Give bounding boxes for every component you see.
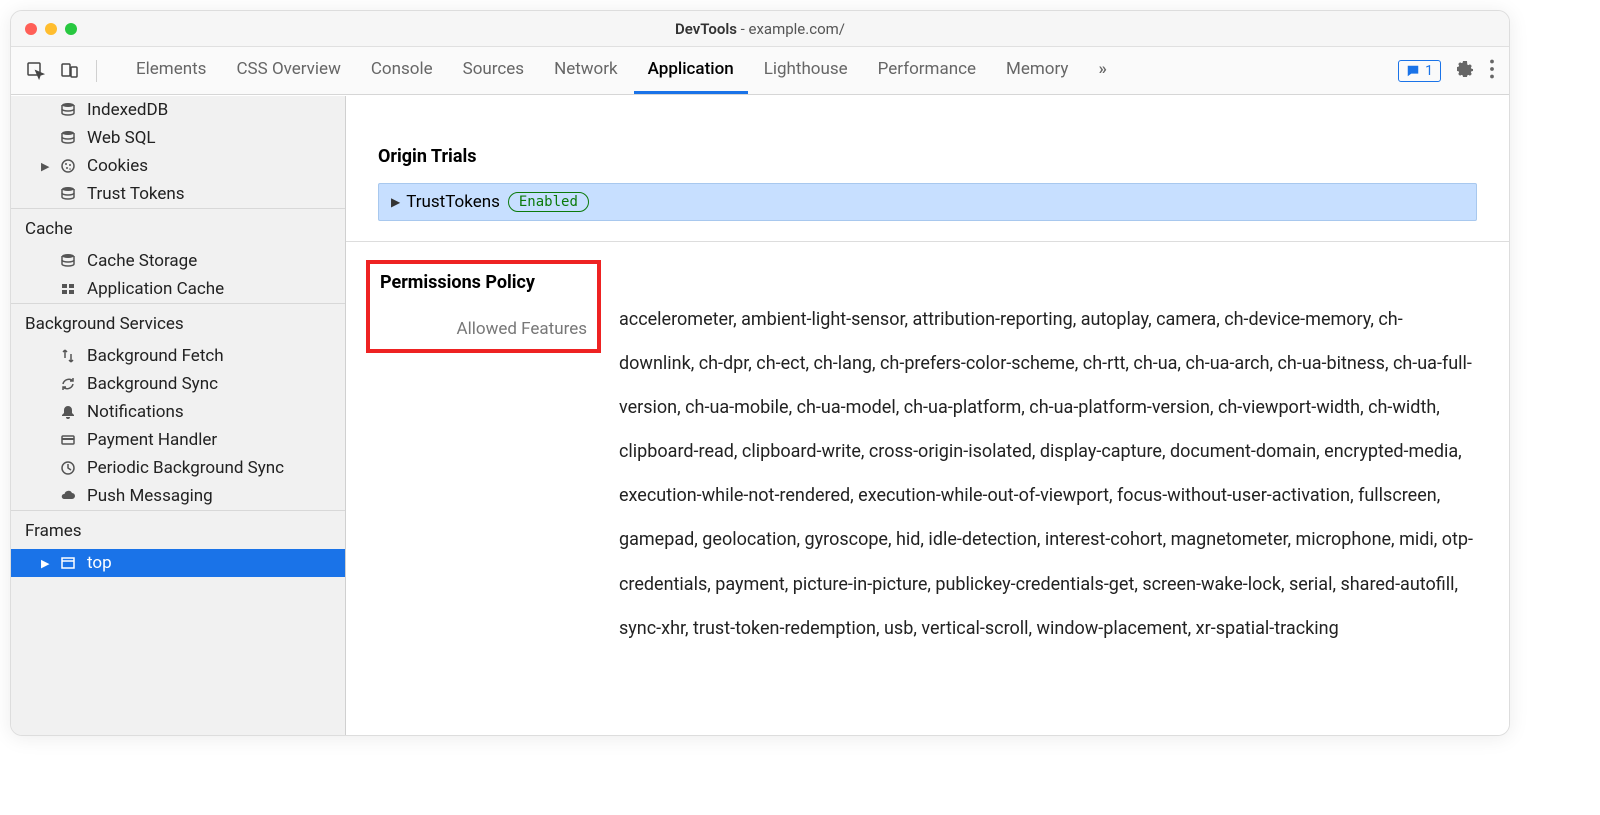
toolbar-divider — [96, 60, 97, 82]
window-controls — [25, 23, 77, 35]
application-sidebar: IndexedDB Web SQL ▶ Cookies Trust Tokens… — [11, 96, 346, 735]
more-icon[interactable] — [1489, 59, 1495, 83]
allowed-features-label: Allowed Features — [380, 319, 587, 339]
sidebar-item-cookies[interactable]: ▶ Cookies — [11, 152, 345, 180]
tabs-overflow[interactable]: » — [1084, 47, 1120, 94]
tab-elements[interactable]: Elements — [122, 47, 220, 94]
permissions-policy-heading: Permissions Policy — [380, 272, 587, 293]
sidebar-item-background-sync[interactable]: Background Sync — [11, 370, 345, 398]
card-icon — [59, 431, 77, 449]
close-window-button[interactable] — [25, 23, 37, 35]
permissions-policy-section: Permissions Policy Allowed Features acce… — [346, 242, 1509, 679]
sidebar-group-background-services: Background Services — [11, 303, 345, 342]
tab-css-overview[interactable]: CSS Overview — [222, 47, 354, 94]
issues-count: 1 — [1425, 63, 1433, 79]
sidebar-item-payment-handler[interactable]: Payment Handler — [11, 426, 345, 454]
cookie-icon — [59, 157, 77, 175]
tab-network[interactable]: Network — [540, 47, 632, 94]
sidebar-group-cache: Cache — [11, 208, 345, 247]
expand-icon: ▶ — [391, 195, 400, 209]
transfer-icon — [59, 347, 77, 365]
sidebar-item-background-fetch[interactable]: Background Fetch — [11, 342, 345, 370]
expand-icon: ▶ — [41, 557, 49, 570]
sidebar-item-websql[interactable]: Web SQL — [11, 124, 345, 152]
sidebar-item-application-cache[interactable]: Application Cache — [11, 275, 345, 303]
window-title: DevTools - example.com/ — [25, 20, 1495, 38]
panel-body: IndexedDB Web SQL ▶ Cookies Trust Tokens… — [11, 95, 1509, 735]
sidebar-item-periodic-background-sync[interactable]: Periodic Background Sync — [11, 454, 345, 482]
sidebar-item-notifications[interactable]: Notifications — [11, 398, 345, 426]
device-toggle-icon[interactable] — [59, 60, 81, 82]
issues-icon — [1406, 64, 1420, 78]
cloud-icon — [59, 487, 77, 505]
origin-trial-name: TrustTokens — [406, 192, 500, 212]
database-icon — [59, 185, 77, 203]
sync-icon — [59, 375, 77, 393]
sidebar-item-indexeddb[interactable]: IndexedDB — [11, 96, 345, 124]
panel-tabs: Elements CSS Overview Console Sources Ne… — [122, 47, 1386, 94]
sidebar-group-frames: Frames — [11, 510, 345, 549]
tab-performance[interactable]: Performance — [864, 47, 990, 94]
fullscreen-window-button[interactable] — [65, 23, 77, 35]
issues-badge[interactable]: 1 — [1398, 60, 1441, 82]
database-icon — [59, 129, 77, 147]
frame-icon — [59, 554, 77, 572]
sidebar-item-push-messaging[interactable]: Push Messaging — [11, 482, 345, 510]
tab-application[interactable]: Application — [634, 47, 748, 94]
inspect-element-icon[interactable] — [25, 60, 47, 82]
main-toolbar: Elements CSS Overview Console Sources Ne… — [11, 47, 1509, 95]
expand-icon: ▶ — [41, 160, 49, 173]
database-icon — [59, 252, 77, 270]
tab-memory[interactable]: Memory — [992, 47, 1082, 94]
origin-trial-status: Enabled — [508, 192, 589, 212]
tab-console[interactable]: Console — [357, 47, 447, 94]
clock-icon — [59, 459, 77, 477]
allowed-features-list: accelerometer, ambient-light-sensor, att… — [619, 260, 1477, 651]
origin-trials-heading: Origin Trials — [378, 146, 1477, 167]
grid-icon — [59, 280, 77, 298]
origin-trials-section: Origin Trials ▶ TrustTokens Enabled — [346, 126, 1509, 242]
settings-icon[interactable] — [1455, 59, 1475, 83]
highlight-box: Permissions Policy Allowed Features — [366, 260, 601, 353]
database-icon — [59, 101, 77, 119]
title-app: DevTools — [675, 20, 737, 38]
tab-sources[interactable]: Sources — [449, 47, 538, 94]
sidebar-item-cache-storage[interactable]: Cache Storage — [11, 247, 345, 275]
devtools-window: DevTools - example.com/ Elements CSS Ove… — [10, 10, 1510, 736]
titlebar: DevTools - example.com/ — [11, 11, 1509, 47]
tab-lighthouse[interactable]: Lighthouse — [750, 47, 862, 94]
sidebar-item-frame-top[interactable]: ▶ top — [11, 549, 345, 577]
toolbar-right: 1 — [1398, 59, 1495, 83]
origin-trial-row[interactable]: ▶ TrustTokens Enabled — [378, 183, 1477, 221]
sidebar-item-trust-tokens[interactable]: Trust Tokens — [11, 180, 345, 208]
title-target: example.com/ — [749, 20, 845, 38]
bell-icon — [59, 403, 77, 421]
minimize-window-button[interactable] — [45, 23, 57, 35]
frame-details-content: Origin Trials ▶ TrustTokens Enabled Perm… — [346, 96, 1509, 735]
